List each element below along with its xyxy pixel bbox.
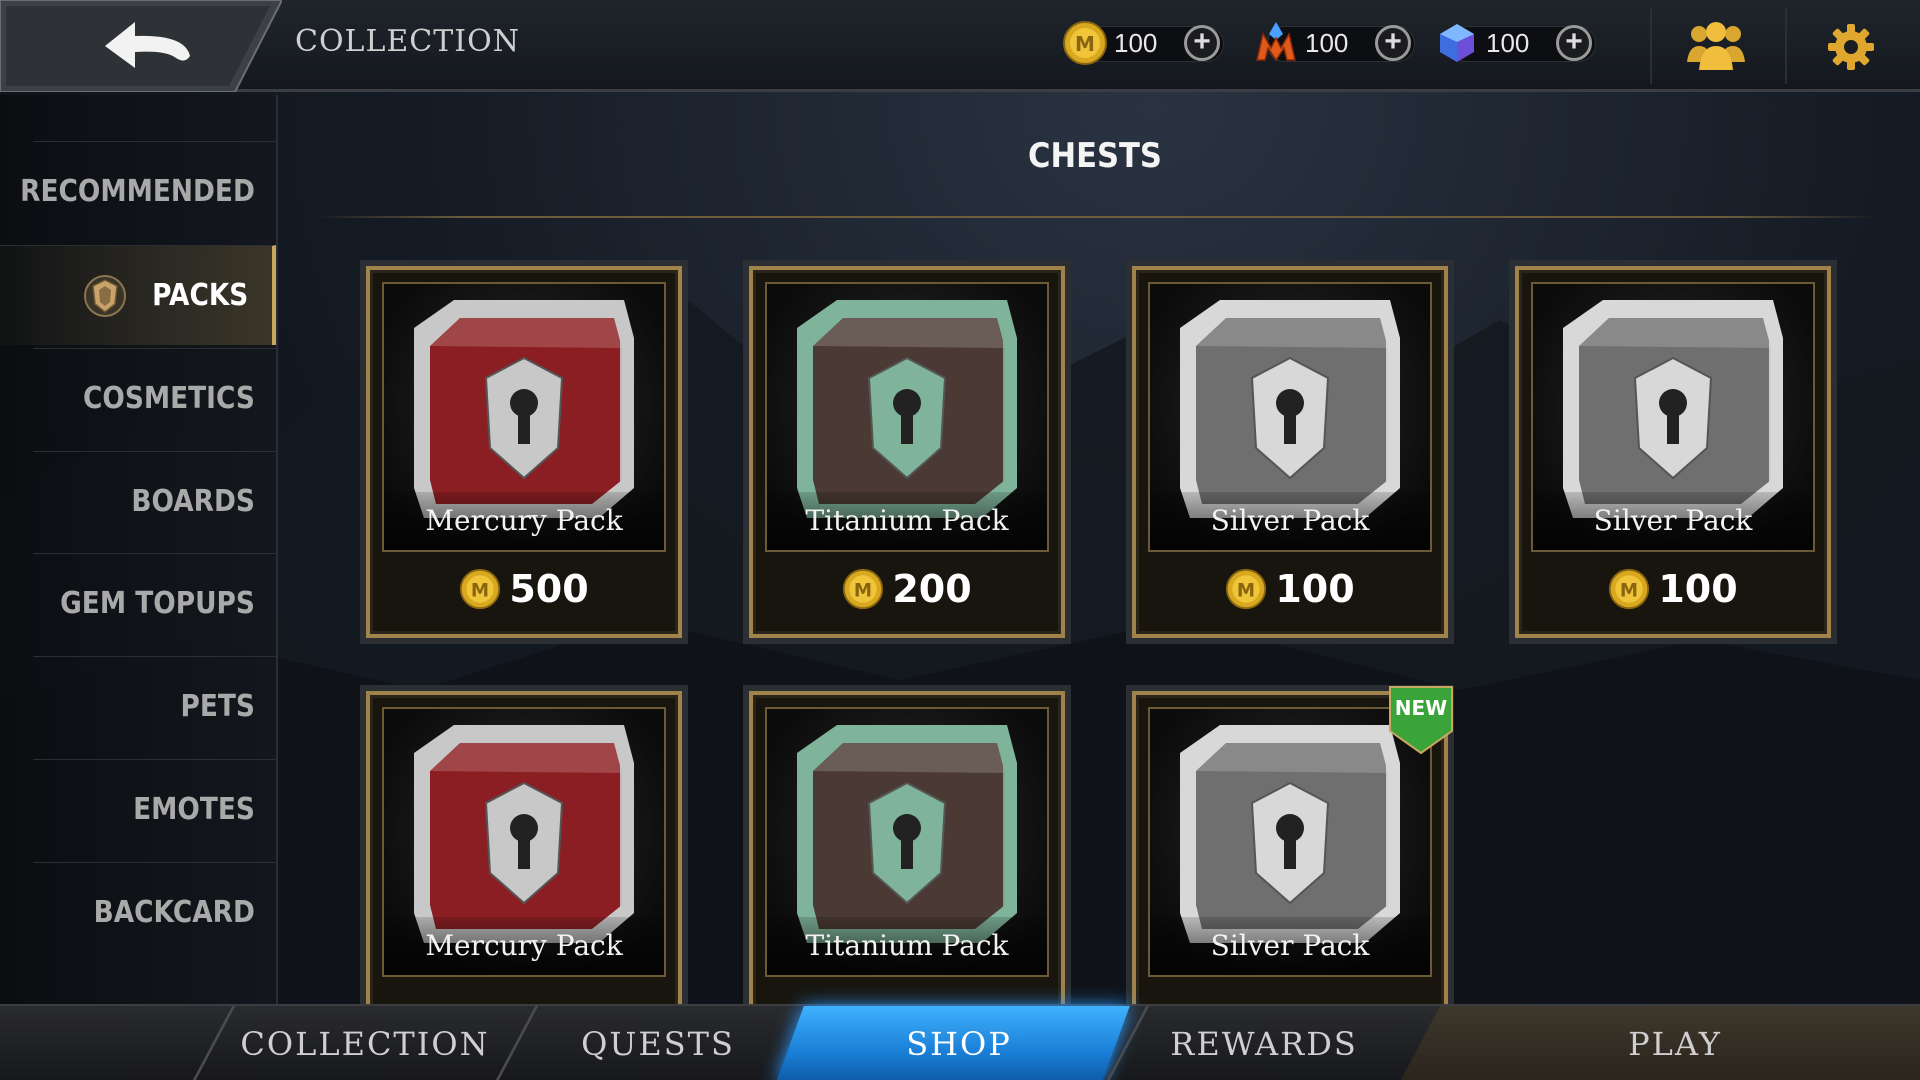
section-divider	[312, 216, 1880, 218]
sidebar-item-backcard[interactable]: BACKCARD	[33, 862, 276, 962]
sidebar-item-gem-topups[interactable]: GEM TOPUPS	[33, 553, 276, 653]
add-gem-button[interactable]: +	[1556, 25, 1592, 61]
chest-name: Silver Pack	[1150, 492, 1430, 550]
top-bar: COLLECTION M 100 + 100 + 100 +	[0, 0, 1920, 92]
chest-card[interactable]: Silver Pack M 100	[1515, 266, 1831, 638]
gold-coin-icon: M	[843, 568, 884, 610]
gold-coin-icon: M	[1063, 21, 1107, 65]
gold-coin-icon: M	[460, 568, 501, 610]
currency-m-crystal: 100 +	[1253, 22, 1415, 64]
page-title: COLLECTION	[295, 24, 520, 59]
svg-text:M: M	[1620, 580, 1638, 601]
friends-button[interactable]	[1685, 18, 1747, 74]
tab-play[interactable]: PLAY	[1430, 1006, 1920, 1080]
chest-price: M 500	[366, 564, 682, 614]
chest-name: Titanium Pack	[767, 492, 1047, 550]
sidebar-item-label: PETS	[180, 689, 255, 724]
sidebar-item-pets[interactable]: PETS	[33, 656, 276, 756]
pack-shield-icon	[83, 274, 126, 317]
gold-coin-icon: M	[1226, 568, 1267, 610]
tab-rewards[interactable]: REWARDS	[1130, 1006, 1398, 1080]
currency-gem: 100 +	[1434, 22, 1596, 64]
divider	[1650, 8, 1652, 84]
currency-value: 100	[1305, 27, 1349, 58]
sidebar-item-label: PACKS	[151, 278, 248, 313]
chest-name: Mercury Pack	[384, 917, 664, 975]
price-value: 500	[509, 567, 589, 611]
sidebar-item-boards[interactable]: BOARDS	[33, 451, 276, 551]
svg-text:M: M	[471, 580, 489, 601]
bottom-nav: COLLECTION QUESTS SHOP REWARDS PLAY	[0, 1004, 1920, 1080]
chest-price: M 100	[1132, 564, 1448, 614]
friends-icon	[1687, 22, 1745, 70]
chest-name: Silver Pack	[1150, 917, 1430, 975]
add-crystal-button[interactable]: +	[1375, 25, 1411, 61]
svg-text:M: M	[1237, 580, 1255, 601]
sidebar-item-label: GEM TOPUPS	[60, 586, 255, 621]
svg-text:M: M	[854, 580, 872, 601]
chest-name: Titanium Pack	[767, 917, 1047, 975]
sidebar-item-recommended[interactable]: RECOMMENDED	[20, 141, 276, 241]
chest-name: Silver Pack	[1533, 492, 1813, 550]
chest-card[interactable]: Titanium Pack M 200	[749, 266, 1065, 638]
currency-value: 100	[1486, 27, 1530, 58]
gem-icon	[1440, 24, 1474, 62]
price-value: 100	[1275, 567, 1355, 611]
chest-name: Mercury Pack	[384, 492, 664, 550]
sidebar-item-label: BOARDS	[131, 484, 255, 519]
tab-quests[interactable]: QUESTS	[520, 1006, 796, 1080]
sidebar-item-label: RECOMMENDED	[20, 174, 255, 209]
new-badge: NEW	[1389, 686, 1453, 755]
gear-icon	[1828, 24, 1874, 70]
back-button[interactable]	[0, 0, 282, 92]
divider	[1785, 8, 1787, 84]
price-value: 100	[1658, 567, 1738, 611]
section-title: CHESTS	[1028, 136, 1162, 176]
sidebar-item-cosmetics[interactable]: COSMETICS	[33, 348, 276, 448]
price-value: 200	[892, 567, 972, 611]
sidebar-item-label: COSMETICS	[83, 381, 255, 416]
new-badge-label: NEW	[1395, 696, 1447, 720]
svg-text:M: M	[1075, 32, 1095, 56]
currency-gold: M 100 +	[1062, 21, 1224, 65]
tab-shop[interactable]: SHOP	[800, 1006, 1118, 1080]
sidebar-item-emotes[interactable]: EMOTES	[33, 759, 276, 859]
category-sidebar: RECOMMENDED PACKS COSMETICS BOARDS GEM T…	[0, 95, 278, 1005]
sidebar-item-label: EMOTES	[133, 792, 255, 827]
settings-button[interactable]	[1826, 22, 1876, 72]
add-gold-button[interactable]: +	[1184, 25, 1220, 61]
chest-card[interactable]: Silver Pack M 100	[1132, 266, 1448, 638]
sidebar-item-packs[interactable]: PACKS	[0, 245, 276, 345]
gold-coin-icon: M	[1609, 568, 1650, 610]
back-arrow-icon	[0, 0, 282, 92]
chest-price: M 200	[749, 564, 1065, 614]
chest-price: M 100	[1515, 564, 1831, 614]
currency-value: 100	[1114, 27, 1158, 58]
m-crystal-icon	[1256, 22, 1296, 62]
sidebar-item-label: BACKCARD	[93, 895, 255, 930]
chest-card[interactable]: Mercury Pack M 500	[366, 266, 682, 638]
tab-collection[interactable]: COLLECTION	[220, 1006, 510, 1080]
